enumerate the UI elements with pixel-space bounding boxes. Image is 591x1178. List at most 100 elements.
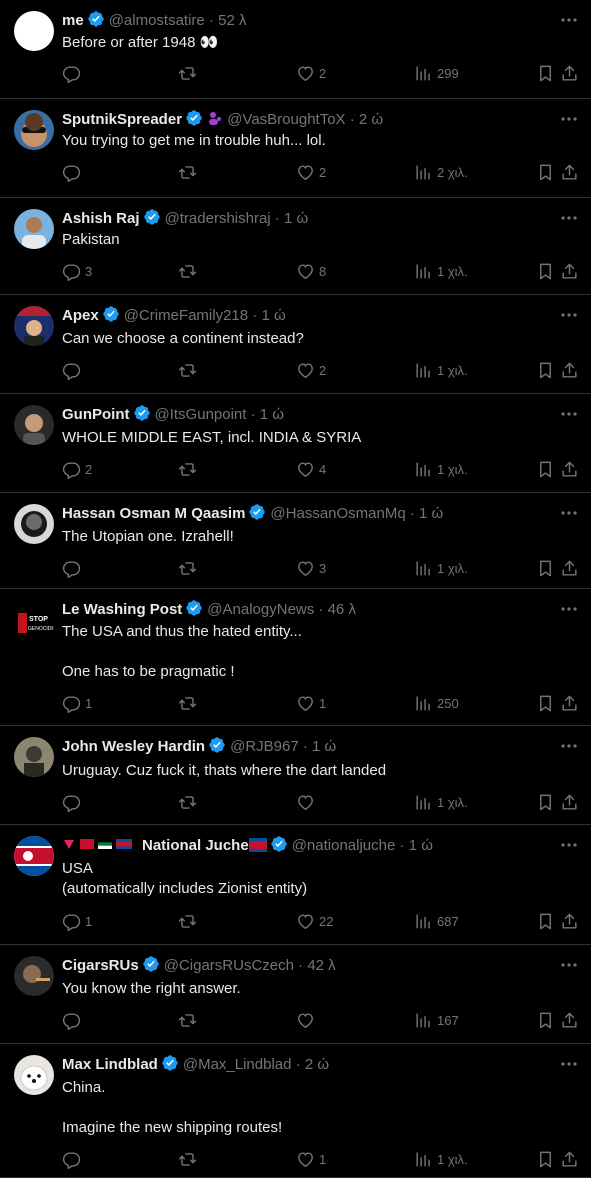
display-name[interactable]: Ashish Raj xyxy=(62,210,140,227)
tweet-header: Max Lindblad @Max_Lindblad · 2 ώ xyxy=(62,1054,551,1074)
timestamp[interactable]: 1 ώ xyxy=(261,307,285,324)
timestamp[interactable]: 2 ώ xyxy=(359,111,383,128)
bookmark-icon[interactable] xyxy=(536,912,555,934)
user-handle[interactable]: @nationaljuche xyxy=(292,837,396,854)
avatar[interactable] xyxy=(14,11,54,51)
display-name[interactable]: Le Washing Post xyxy=(62,601,182,618)
display-name[interactable]: GunPoint xyxy=(62,406,130,423)
like-count: 2 xyxy=(319,165,327,180)
tweet-reply[interactable]: CigarsRUs @CigarsRUsCzech · 42 λ You know … xyxy=(0,945,591,1044)
user-handle[interactable]: @Max_Lindblad xyxy=(183,1056,292,1073)
share-icon[interactable] xyxy=(560,793,579,815)
share-icon[interactable] xyxy=(560,694,579,716)
bookmark-icon[interactable] xyxy=(536,694,555,716)
more-options-icon[interactable] xyxy=(559,601,579,617)
user-handle[interactable]: @CigarsRUsCzech xyxy=(164,957,294,974)
tweet-reply[interactable]: STOP GENOCIDE Le Washing Post @AnalogyNews … xyxy=(0,589,591,726)
tweet-header: Apex @CrimeFamily218 · 1 ώ xyxy=(62,305,551,325)
tweet-reply[interactable]: Hassan Osman M Qaasim @HassanOsmanMq · 1 … xyxy=(0,493,591,589)
user-handle[interactable]: @HassanOsmanMq xyxy=(270,505,405,522)
display-name[interactable]: Hassan Osman M Qaasim xyxy=(62,505,245,522)
more-options-icon[interactable] xyxy=(559,12,579,28)
timestamp[interactable]: 1 ώ xyxy=(419,505,443,522)
tweet-actions: 2 4 1 χιλ. xyxy=(62,460,579,480)
tweet-header: CigarsRUs @CigarsRUsCzech · 42 λ xyxy=(62,955,551,975)
user-handle[interactable]: @tradershishraj xyxy=(165,210,271,227)
display-name[interactable]: Max Lindblad xyxy=(62,1056,158,1073)
share-icon[interactable] xyxy=(560,559,579,581)
user-handle[interactable]: @VasBroughtToX xyxy=(227,111,345,128)
share-icon[interactable] xyxy=(560,64,579,86)
avatar[interactable] xyxy=(14,209,54,249)
avatar[interactable] xyxy=(14,405,54,445)
display-name[interactable]: National Juche xyxy=(142,837,249,854)
tweet-reply[interactable]: GunPoint @ItsGunpoint · 1 ώ WHOLE MIDDLE E… xyxy=(0,394,591,493)
more-options-icon[interactable] xyxy=(559,1056,579,1072)
timestamp[interactable]: 2 ώ xyxy=(305,1056,329,1073)
bookmark-icon[interactable] xyxy=(536,361,555,383)
more-options-icon[interactable] xyxy=(559,406,579,422)
avatar[interactable] xyxy=(14,836,54,876)
avatar[interactable] xyxy=(14,956,54,996)
display-name[interactable]: CigarsRUs xyxy=(62,957,139,974)
timestamp[interactable]: 52 λ xyxy=(218,12,246,29)
timestamp[interactable]: 42 λ xyxy=(307,957,335,974)
display-name[interactable]: me xyxy=(62,12,84,29)
share-icon[interactable] xyxy=(560,1150,579,1172)
display-name[interactable]: SputnikSpreader xyxy=(62,111,182,128)
bookmark-icon[interactable] xyxy=(536,559,555,581)
like-count: 22 xyxy=(319,914,334,929)
avatar[interactable] xyxy=(14,737,54,777)
avatar[interactable] xyxy=(14,1055,54,1095)
timestamp[interactable]: 1 ώ xyxy=(260,406,284,423)
tweet-reply[interactable]: Apex @CrimeFamily218 · 1 ώ Can we choose a… xyxy=(0,295,591,394)
more-options-icon[interactable] xyxy=(559,957,579,973)
bookmark-icon[interactable] xyxy=(536,793,555,815)
timestamp[interactable]: 1 ώ xyxy=(284,210,308,227)
more-options-icon[interactable] xyxy=(559,837,579,853)
timestamp[interactable]: 1 ώ xyxy=(409,837,433,854)
user-handle[interactable]: @almostsatire xyxy=(109,12,205,29)
avatar[interactable] xyxy=(14,110,54,150)
tweet-reply[interactable]: Ashish Raj @tradershishraj · 1 ώ Pakistan 3… xyxy=(0,198,591,295)
more-options-icon[interactable] xyxy=(559,307,579,323)
tweet-reply[interactable]: Max Lindblad @Max_Lindblad · 2 ώ China. Im… xyxy=(0,1044,591,1178)
tweet-reply[interactable]: National Juche @nationaljuche · 1 ώ USA (a… xyxy=(0,825,591,945)
more-options-icon[interactable] xyxy=(559,505,579,521)
bookmark-icon[interactable] xyxy=(536,262,555,284)
tweet-header: Hassan Osman M Qaasim @HassanOsmanMq · 1 … xyxy=(62,503,551,523)
tweet-reply[interactable]: me @almostsatire · 52 λ Before or after 19… xyxy=(0,0,591,99)
display-name[interactable]: Apex xyxy=(62,307,99,324)
like-count: 2 xyxy=(319,363,327,378)
display-name[interactable]: John Wesley Hardin xyxy=(62,738,205,755)
user-handle[interactable]: @AnalogyNews xyxy=(207,601,314,618)
timestamp[interactable]: 1 ώ xyxy=(312,738,336,755)
tweet-reply[interactable]: SputnikSpreader @VasBroughtToX · 2 ώ You … xyxy=(0,99,591,198)
share-icon[interactable] xyxy=(560,1011,579,1033)
tweet-reply[interactable]: John Wesley Hardin @RJB967 · 1 ώ Uruguay. … xyxy=(0,726,591,825)
more-options-icon[interactable] xyxy=(559,738,579,754)
bookmark-icon[interactable] xyxy=(536,163,555,185)
bookmark-icon[interactable] xyxy=(536,1150,555,1172)
more-options-icon[interactable] xyxy=(559,210,579,226)
avatar[interactable]: STOP GENOCIDE xyxy=(14,603,54,643)
avatar[interactable] xyxy=(14,306,54,346)
user-handle[interactable]: @RJB967 xyxy=(230,738,299,755)
share-icon[interactable] xyxy=(560,262,579,284)
share-icon[interactable] xyxy=(560,912,579,934)
share-icon[interactable] xyxy=(560,163,579,185)
avatar[interactable] xyxy=(14,504,54,544)
user-handle[interactable]: @ItsGunpoint xyxy=(155,406,247,423)
share-icon[interactable] xyxy=(560,361,579,383)
more-options-icon[interactable] xyxy=(559,111,579,127)
bookmark-icon[interactable] xyxy=(536,1011,555,1033)
separator-dot: · xyxy=(246,406,260,423)
verified-badge-icon xyxy=(186,110,202,126)
bookmark-icon[interactable] xyxy=(536,64,555,86)
share-icon[interactable] xyxy=(560,460,579,482)
timestamp[interactable]: 46 λ xyxy=(328,601,356,618)
tweet-text: Pakistan xyxy=(62,231,120,248)
tweet-header: National Juche @nationaljuche · 1 ώ xyxy=(62,835,551,855)
bookmark-icon[interactable] xyxy=(536,460,555,482)
user-handle[interactable]: @CrimeFamily218 xyxy=(124,307,248,324)
